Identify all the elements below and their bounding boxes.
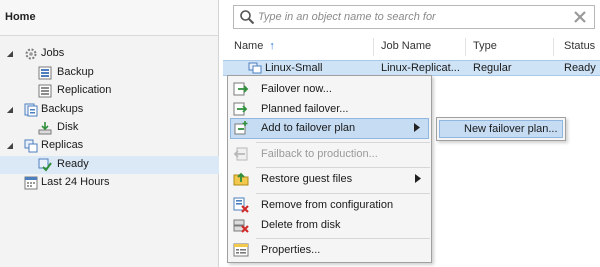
- tree-item-label: Replication: [57, 84, 112, 96]
- tree-item-jobs[interactable]: ◢ Jobs: [0, 45, 219, 63]
- search-input[interactable]: [258, 7, 568, 27]
- tree-item-label: Last 24 Hours: [41, 176, 110, 188]
- menu-item-label: Planned failover...: [261, 103, 349, 115]
- menu-item-label: Properties...: [261, 244, 321, 256]
- menu-item-restore-guest-files[interactable]: Restore guest files: [230, 169, 429, 190]
- expanded-arrow-icon[interactable]: ◢: [6, 106, 14, 114]
- menu-item-label: Delete from disk: [261, 219, 341, 231]
- menu-item-add-to-failover-plan[interactable]: Add to failover plan: [230, 118, 429, 139]
- menu-item-remove-from-configuration[interactable]: Remove from configuration: [230, 195, 429, 216]
- tree-item-backups[interactable]: ◢ Backups: [0, 101, 219, 119]
- menu-item-label: Restore guest files: [261, 173, 353, 185]
- column-header-name[interactable]: Name ↑: [234, 40, 275, 56]
- menu-item-failover-now[interactable]: Failover now...: [230, 79, 429, 100]
- menu-separator: [256, 193, 430, 194]
- menu-separator: [256, 238, 430, 239]
- menu-item-label: New failover plan...: [464, 123, 558, 135]
- cell-type: Regular: [473, 62, 512, 74]
- column-header-status[interactable]: Status: [564, 40, 595, 56]
- tree-item-disk[interactable]: Disk: [0, 119, 219, 137]
- column-header-job-name[interactable]: Job Name: [381, 40, 431, 56]
- tree-item-replication[interactable]: Replication: [0, 82, 219, 100]
- cell-job-name: Linux-Replicat...: [381, 62, 460, 74]
- navigation-pane: Home ◢ Jobs Backup Replication ◢ Backups…: [0, 0, 219, 267]
- replication-job-icon: [38, 84, 52, 98]
- tree-item-label: Disk: [57, 121, 79, 133]
- restore-guest-files-icon: [233, 172, 249, 186]
- replicas-icon: [24, 139, 38, 153]
- sort-ascending-icon: ↑: [269, 40, 275, 52]
- menu-item-label: Remove from configuration: [261, 199, 394, 211]
- failover-now-icon: [233, 82, 249, 96]
- expanded-arrow-icon[interactable]: ◢: [6, 142, 14, 150]
- context-menu: Failover now... Planned failover... Add …: [227, 75, 432, 263]
- menu-separator: [256, 142, 430, 143]
- tree-item-label: Jobs: [41, 47, 65, 59]
- submenu-arrow-icon: [414, 123, 420, 132]
- cell-name: Linux-Small: [265, 62, 323, 74]
- search-icon: [240, 10, 255, 25]
- properties-icon: [233, 243, 249, 257]
- cell-status: Ready: [564, 62, 596, 74]
- remove-from-configuration-icon: [233, 197, 249, 213]
- menu-item-delete-from-disk[interactable]: Delete from disk: [230, 215, 429, 236]
- menu-item-label: Failover now...: [261, 83, 332, 95]
- backups-icon: [24, 103, 38, 117]
- tree-item-last-24-hours[interactable]: Last 24 Hours: [0, 174, 219, 192]
- menu-item-failback-to-production: Failback to production...: [230, 144, 429, 165]
- tree-item-replicas[interactable]: ◢ Replicas: [0, 137, 219, 155]
- tree-item-label: Backups: [41, 103, 84, 115]
- column-separator: [553, 38, 554, 56]
- delete-from-disk-icon: [233, 219, 249, 233]
- tree-item-label: Backup: [57, 66, 94, 78]
- menu-item-label: Add to failover plan: [261, 122, 356, 134]
- tree-item-backup[interactable]: Backup: [0, 64, 219, 82]
- nav-header: Home: [0, 0, 218, 36]
- disk-icon: [38, 122, 52, 135]
- menu-item-properties[interactable]: Properties...: [230, 240, 429, 261]
- ready-replica-icon: [38, 158, 52, 172]
- add-to-failover-plan-icon: [234, 121, 248, 135]
- column-header-label: Name: [234, 40, 264, 52]
- submenu-arrow-icon: [415, 174, 421, 183]
- close-icon[interactable]: [572, 9, 588, 25]
- expanded-arrow-icon[interactable]: ◢: [6, 50, 14, 58]
- menu-item-label: Failback to production...: [261, 148, 378, 160]
- tree-item-label: Replicas: [41, 139, 84, 151]
- vm-replica-icon: [248, 62, 262, 74]
- column-separator: [465, 38, 466, 56]
- tree-item-label: Ready: [57, 158, 89, 170]
- menu-item-new-failover-plan[interactable]: New failover plan...: [439, 120, 563, 138]
- failback-icon: [233, 147, 248, 161]
- table-row[interactable]: Linux-Small Linux-Replicat... Regular Re…: [223, 60, 600, 76]
- planned-failover-icon: [233, 102, 248, 116]
- tree-item-ready[interactable]: Ready: [0, 156, 219, 174]
- submenu: New failover plan...: [436, 117, 566, 141]
- search-box[interactable]: [233, 5, 595, 29]
- backup-job-icon: [38, 66, 52, 80]
- column-header-type[interactable]: Type: [473, 40, 497, 56]
- jobs-icon: [25, 48, 37, 60]
- column-separator: [373, 38, 374, 56]
- last-24-hours-icon: [24, 176, 38, 190]
- menu-separator: [256, 167, 430, 168]
- menu-item-planned-failover[interactable]: Planned failover...: [230, 99, 429, 120]
